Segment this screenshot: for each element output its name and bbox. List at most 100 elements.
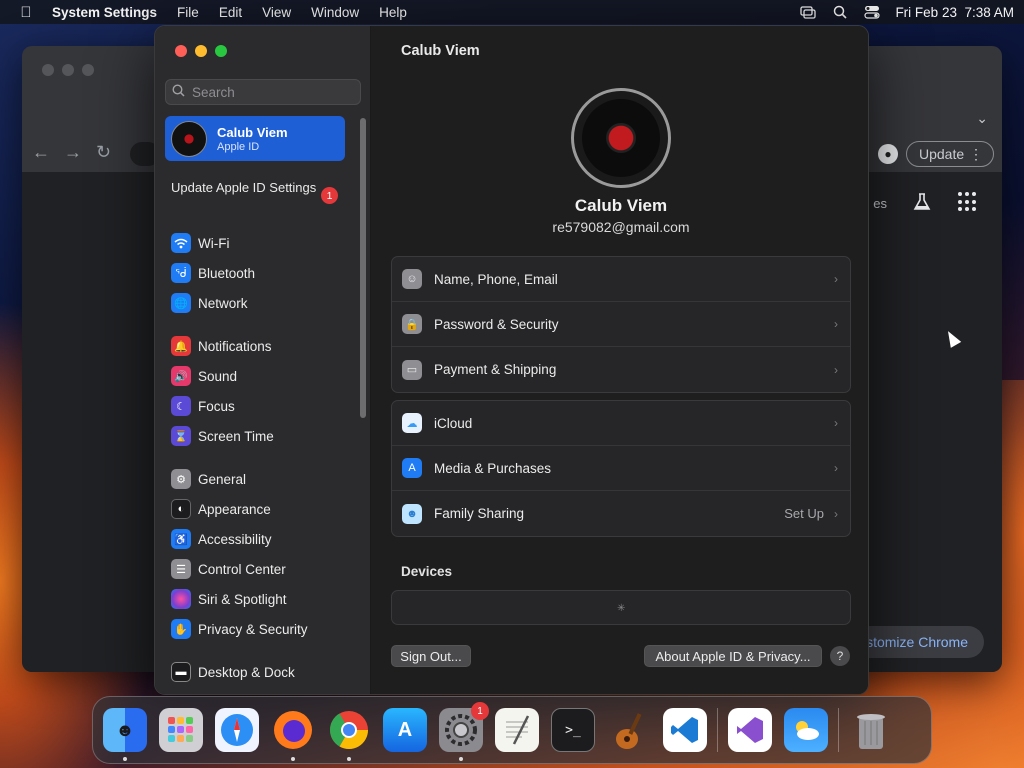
dock-separator — [717, 708, 718, 752]
sidebar-item-notifications[interactable]: 🔔 Notifications — [171, 335, 272, 357]
sidebar-item-control-center[interactable]: ☰ Control Center — [171, 558, 286, 580]
settings-main-pane: Calub Viem Calub Viem re579082@gmail.com… — [371, 26, 868, 694]
row-name-phone-email[interactable]: ☺ Name, Phone, Email › — [392, 257, 850, 302]
avatar — [171, 120, 207, 157]
sidebar-item-sound[interactable]: 🔊 Sound — [171, 365, 237, 387]
family-sharing-value: Set Up — [784, 506, 824, 521]
desktop-dock-icon: ▬ — [171, 662, 191, 682]
siri-icon — [171, 589, 191, 609]
focus-icon: ☾ — [171, 396, 191, 416]
chrome-forward-icon[interactable]: → — [64, 142, 82, 163]
menu-datetime[interactable]: Fri Feb 23 7:38 AM — [895, 5, 1014, 20]
bluetooth-icon: ᖂ — [171, 263, 191, 283]
chrome-labs-flask-icon[interactable] — [912, 192, 932, 218]
menu-edit[interactable]: Edit — [209, 5, 252, 20]
update-badge: 1 — [321, 187, 338, 204]
system-settings-window: Search Calub Viem Apple ID Update Apple … — [154, 25, 869, 695]
sound-icon: 🔊 — [171, 366, 191, 386]
control-center-toggle-icon[interactable] — [863, 5, 881, 19]
row-payment-shipping[interactable]: ▭ Payment & Shipping › — [392, 347, 850, 392]
screen-mirroring-icon[interactable] — [799, 5, 817, 19]
apple-menu-icon[interactable]:  — [10, 4, 42, 21]
icloud-icon: ☁ — [402, 413, 422, 433]
chrome-profile-icon[interactable]: ● — [878, 144, 898, 164]
person-icon: ☺ — [402, 269, 422, 289]
close-window-button[interactable] — [175, 45, 187, 57]
chrome-zoom-dot[interactable] — [82, 64, 94, 76]
trash-icon[interactable] — [849, 708, 893, 752]
general-icon: ⚙ — [171, 469, 191, 489]
sidebar-item-apple-id[interactable]: Calub Viem Apple ID — [165, 116, 345, 161]
services-group: ☁ iCloud › A Media & Purchases › ☻ Famil… — [391, 400, 851, 537]
chrome-back-icon[interactable]: ← — [32, 142, 50, 163]
sidebar-item-siri-spotlight[interactable]: Siri & Spotlight — [171, 588, 287, 610]
sidebar-item-general[interactable]: ⚙ General — [171, 468, 246, 490]
sidebar-item-network[interactable]: 🌐 Network — [171, 292, 248, 314]
garageband-icon[interactable] — [607, 708, 651, 752]
sidebar-scrollbar[interactable] — [360, 118, 366, 418]
lock-icon: 🔒 — [402, 314, 422, 334]
visual-studio-icon[interactable] — [728, 708, 772, 752]
screen-time-icon: ⌛ — [171, 426, 191, 446]
sidebar-item-wifi[interactable]: Wi-Fi — [171, 232, 229, 254]
launchpad-icon[interactable] — [159, 708, 203, 752]
chrome-shortcut-text[interactable]: es — [873, 196, 887, 211]
app-store-dock-icon[interactable]: A — [383, 708, 427, 752]
spotlight-search-icon[interactable] — [831, 5, 849, 19]
sign-out-button[interactable]: Sign Out... — [391, 645, 471, 667]
firefox-icon[interactable] — [271, 708, 315, 761]
chrome-reload-icon[interactable]: ↻ — [96, 142, 111, 163]
chrome-minimize-dot[interactable] — [62, 64, 74, 76]
menu-help[interactable]: Help — [369, 5, 417, 20]
row-media-purchases[interactable]: A Media & Purchases › — [392, 446, 850, 491]
sidebar-item-appearance[interactable]: ◐ Appearance — [171, 498, 271, 520]
textedit-icon[interactable] — [495, 708, 539, 752]
row-family-sharing[interactable]: ☻ Family Sharing Set Up › — [392, 491, 850, 536]
chevron-right-icon: › — [834, 272, 838, 286]
chrome-apps-grid-icon[interactable] — [958, 192, 978, 212]
zoom-window-button[interactable] — [215, 45, 227, 57]
weather-icon[interactable] — [784, 708, 828, 752]
sidebar-item-focus[interactable]: ☾ Focus — [171, 395, 235, 417]
menu-window[interactable]: Window — [301, 5, 369, 20]
settings-search-input[interactable]: Search — [165, 79, 361, 105]
profile-avatar[interactable] — [571, 88, 671, 188]
sidebar-item-bluetooth[interactable]: ᖂ Bluetooth — [171, 262, 255, 284]
loading-spinner-icon: ✳ — [617, 603, 626, 614]
chrome-tab-search-chevron-icon[interactable]: ⌄ — [976, 110, 988, 127]
page-title: Calub Viem — [401, 43, 480, 59]
sidebar-item-accessibility[interactable]: ♿ Accessibility — [171, 528, 272, 550]
chrome-icon[interactable] — [327, 708, 371, 761]
sidebar-item-update-apple-id[interactable]: Update Apple ID Settings — [171, 180, 341, 196]
sidebar-item-screen-time[interactable]: ⌛ Screen Time — [171, 425, 274, 447]
row-icloud[interactable]: ☁ iCloud › — [392, 401, 850, 446]
chrome-customize-button[interactable]: ustomize Chrome — [850, 626, 984, 658]
minimize-window-button[interactable] — [195, 45, 207, 57]
menu-view[interactable]: View — [252, 5, 301, 20]
sidebar-item-privacy-security[interactable]: ✋ Privacy & Security — [171, 618, 308, 640]
devices-heading: Devices — [401, 564, 453, 579]
chrome-close-dot[interactable] — [42, 64, 54, 76]
sidebar-item-desktop-dock[interactable]: ▬ Desktop & Dock — [171, 661, 295, 683]
control-center-icon: ☰ — [171, 559, 191, 579]
safari-icon[interactable] — [215, 708, 259, 752]
account-name: Calub Viem — [217, 124, 288, 140]
chrome-menu-kebab-icon[interactable]: ⋮ — [969, 146, 983, 163]
chrome-update-button[interactable]: Update ⋮ — [906, 141, 994, 167]
account-subtitle: Apple ID — [217, 140, 260, 153]
finder-icon[interactable]: ☻ — [103, 708, 147, 761]
terminal-icon[interactable]: >_ — [551, 708, 595, 752]
menu-file[interactable]: File — [167, 5, 209, 20]
chevron-right-icon: › — [834, 461, 838, 475]
dock-separator — [838, 708, 839, 752]
about-apple-id-privacy-button[interactable]: About Apple ID & Privacy... — [644, 645, 822, 667]
search-placeholder: Search — [192, 84, 235, 100]
devices-list: ✳ — [391, 590, 851, 625]
row-password-security[interactable]: 🔒 Password & Security › — [392, 302, 850, 347]
vscode-icon[interactable] — [663, 708, 707, 752]
settings-dock-badge: 1 — [471, 702, 489, 720]
chrome-update-label: Update — [919, 146, 965, 162]
help-button[interactable]: ? — [830, 646, 850, 666]
menu-app-name[interactable]: System Settings — [42, 5, 167, 20]
system-settings-dock-icon[interactable]: 1 — [439, 702, 489, 761]
